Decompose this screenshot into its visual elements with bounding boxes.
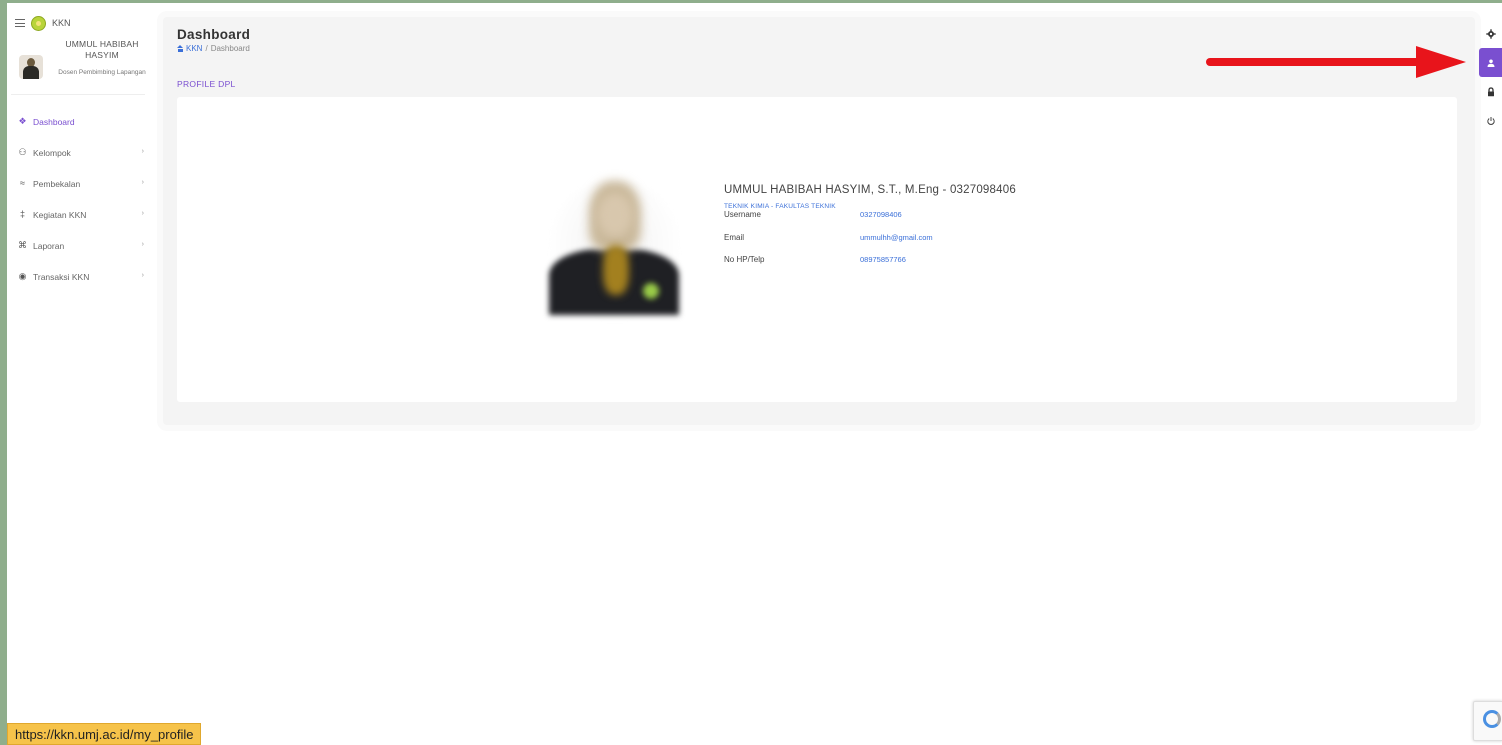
field-label: Email — [724, 232, 745, 242]
recaptcha-badge[interactable] — [1473, 701, 1502, 741]
field-label: Username — [724, 210, 761, 219]
chevron-right-icon: › — [141, 272, 144, 279]
brand-header: KKN — [15, 15, 71, 31]
sidebar-item-kelompok[interactable]: ⚇ Kelompok › — [7, 137, 149, 168]
breadcrumb-root: KKN — [186, 44, 203, 53]
sidebar-item-label: Dashboard — [33, 116, 75, 127]
app-window: KKN UMMUL HABIBAH HASYIM Dosen Pembimbin… — [7, 3, 1502, 745]
change-password-button[interactable] — [1479, 77, 1502, 106]
status-bar-url: https://kkn.umj.ac.id/my_profile — [7, 723, 202, 745]
chevron-right-icon: › — [141, 241, 144, 248]
activity-icon: ‡ — [19, 209, 25, 219]
brand-logo-icon[interactable] — [31, 15, 46, 31]
sidebar-nav: ❖ Dashboard ⚇ Kelompok › ≈ Pembekalan › … — [7, 106, 149, 292]
field-label: No HP/Telp — [724, 255, 765, 264]
settings-button[interactable] — [1479, 19, 1502, 48]
avatar[interactable] — [19, 55, 43, 79]
sidebar: KKN UMMUL HABIBAH HASYIM Dosen Pembimbin… — [7, 3, 149, 745]
page-title: Dashboard — [177, 27, 251, 42]
breadcrumb: KKN / Dashboard — [177, 44, 250, 53]
field-value[interactable]: ummulhh@gmail.com — [860, 233, 933, 242]
user-role: Dosen Pembimbing Lapangan — [58, 69, 146, 76]
sidebar-item-kegiatan-kkn[interactable]: ‡ Kegiatan KKN › — [7, 199, 149, 230]
breadcrumb-home-link[interactable]: KKN — [177, 44, 202, 53]
annotation-arrow-icon — [1206, 46, 1466, 78]
profile-row-email: Email ummulhh@gmail.com — [724, 233, 1016, 256]
right-rail — [1479, 19, 1502, 135]
breadcrumb-current: Dashboard — [210, 44, 250, 53]
recaptcha-icon — [1483, 710, 1501, 728]
sidebar-item-pembekalan[interactable]: ≈ Pembekalan › — [7, 168, 149, 199]
profile-panel: UMMUL HABIBAH HASYIM, S.T., M.Eng - 0327… — [177, 97, 1457, 402]
profile-button[interactable] — [1479, 48, 1502, 77]
breadcrumb-separator: / — [205, 44, 208, 53]
dashboard-icon: ❖ — [18, 116, 27, 126]
home-icon — [177, 45, 184, 52]
chevron-right-icon: › — [141, 179, 144, 186]
brand-name[interactable]: KKN — [52, 18, 71, 28]
sidebar-item-label: Laporan — [33, 240, 65, 251]
logout-button[interactable] — [1479, 106, 1502, 135]
chevron-right-icon: › — [141, 148, 144, 155]
user-name: UMMUL HABIBAH HASYIM — [65, 39, 139, 60]
report-icon: ⌘ — [18, 240, 27, 250]
profile-department: TEKNIK KIMIA - FAKULTAS TEKNIK — [724, 203, 836, 210]
profile-row-phone: No HP/Telp 08975857766 — [724, 255, 1016, 278]
sidebar-item-label: Transaksi KKN — [33, 271, 90, 282]
sidebar-item-label: Kegiatan KKN — [33, 209, 87, 220]
sidebar-item-dashboard[interactable]: ❖ Dashboard — [7, 106, 149, 137]
field-value[interactable]: 0327098406 — [860, 210, 902, 219]
chevron-right-icon: › — [141, 210, 144, 217]
group-icon: ⚇ — [18, 147, 27, 157]
sidebar-item-transaksi-kkn[interactable]: ◉ Transaksi KKN › — [7, 261, 149, 292]
sidebar-item-laporan[interactable]: ⌘ Laporan › — [7, 230, 149, 261]
gear-icon — [1485, 28, 1496, 39]
user-card: UMMUL HABIBAH HASYIM Dosen Pembimbing La… — [11, 37, 146, 95]
profile-photo — [547, 179, 682, 324]
sidebar-item-label: Pembekalan — [33, 178, 81, 189]
lock-icon — [1487, 86, 1494, 96]
transaction-icon: ◉ — [18, 271, 27, 281]
sidebar-item-label: Kelompok — [33, 147, 71, 158]
power-icon — [1486, 116, 1495, 125]
profile-info: UMMUL HABIBAH HASYIM, S.T., M.Eng - 0327… — [724, 184, 1016, 278]
menu-toggle-icon[interactable] — [15, 19, 25, 27]
layers-icon: ≈ — [20, 178, 25, 188]
field-value[interactable]: 08975857766 — [860, 255, 906, 264]
user-profile-icon — [1487, 59, 1494, 67]
section-label: PROFILE DPL — [177, 79, 236, 89]
profile-name: UMMUL HABIBAH HASYIM, S.T., M.Eng - 0327… — [724, 184, 1016, 196]
profile-row-username: Username 0327098406 — [724, 210, 1016, 233]
